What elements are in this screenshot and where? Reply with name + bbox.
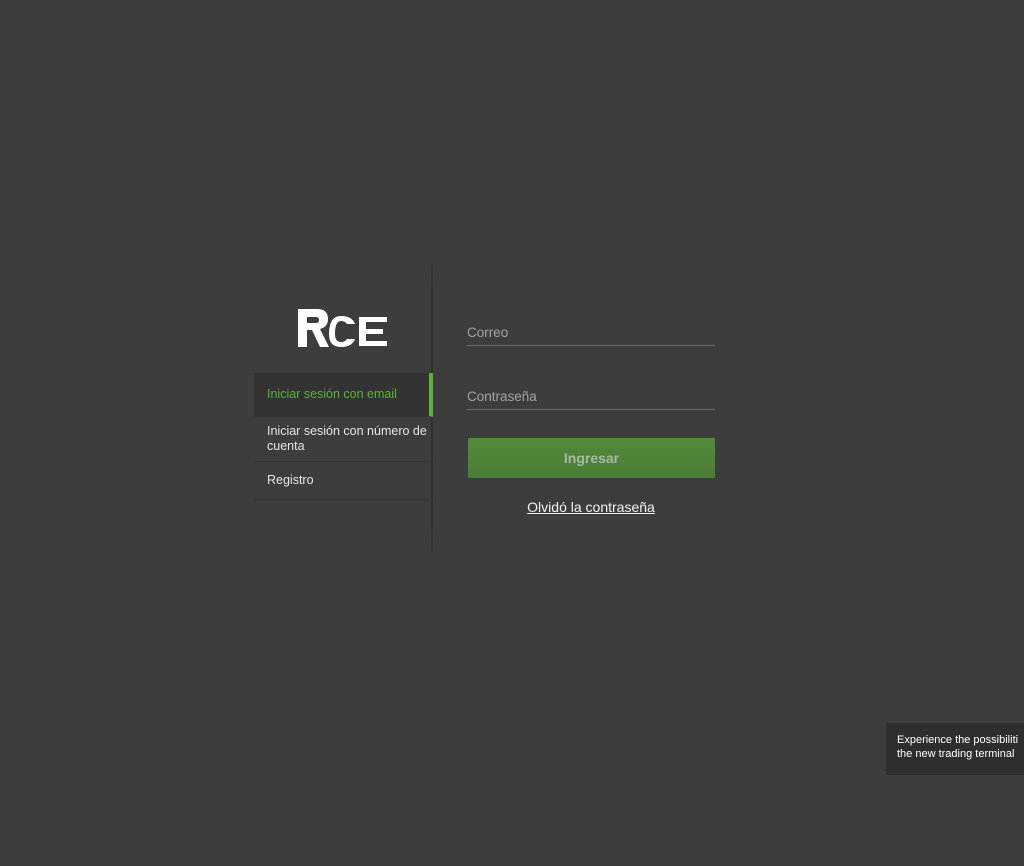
- rce-logo: RCE: [297, 307, 389, 349]
- login-page: RCE Iniciar sesión con email Iniciar ses…: [0, 0, 1024, 866]
- password-field[interactable]: [467, 383, 715, 410]
- nav-item-login-account-number[interactable]: Iniciar sesión con número de cuenta: [254, 417, 433, 462]
- forgot-password-link[interactable]: Olvidó la contraseña: [467, 499, 715, 515]
- login-method-nav: Iniciar sesión con email Iniciar sesión …: [254, 373, 433, 500]
- promo-toast[interactable]: Experience the possibiliti the new tradi…: [886, 723, 1024, 775]
- nav-item-label: Iniciar sesión con número de cuenta: [267, 424, 427, 453]
- rce-logo-mark-icon: [298, 309, 387, 347]
- login-button[interactable]: Ingresar: [468, 438, 715, 478]
- promo-text-line-1: Experience the possibiliti: [897, 734, 1019, 746]
- email-field[interactable]: [467, 319, 715, 346]
- nav-item-label: Registro: [267, 473, 314, 487]
- nav-item-register[interactable]: Registro: [254, 462, 433, 500]
- nav-item-label: Iniciar sesión con email: [267, 387, 397, 401]
- nav-item-login-email[interactable]: Iniciar sesión con email: [254, 373, 433, 417]
- promo-text-line-2: the new trading terminal: [897, 748, 1015, 760]
